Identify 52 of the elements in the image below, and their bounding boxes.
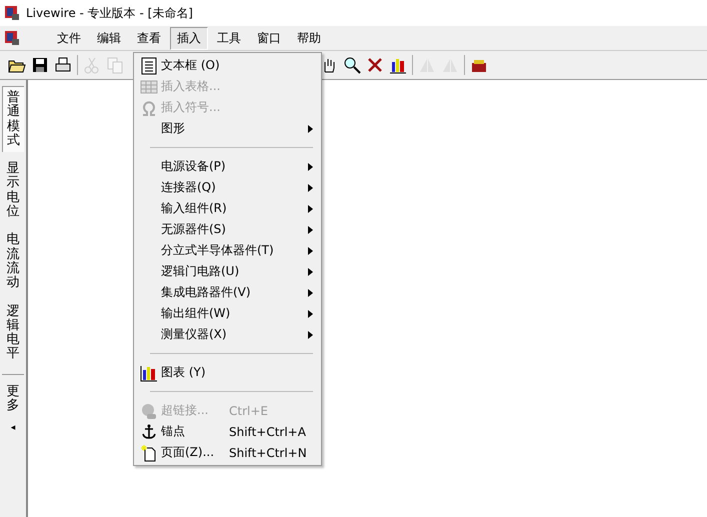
- bar-chart-icon: [140, 364, 158, 382]
- menu-option[interactable]: 图表 (Y): [134, 362, 321, 383]
- mode-tab[interactable]: 普通模式: [2, 86, 24, 152]
- submenu-arrow-icon: [308, 162, 313, 170]
- menu-option[interactable]: 集成电路器件(V): [134, 282, 321, 303]
- delete-icon[interactable]: [366, 56, 384, 74]
- menu-item[interactable]: 文件: [50, 26, 88, 50]
- app-icon: [4, 5, 20, 21]
- submenu-arrow-icon: [308, 124, 313, 132]
- globe-icon: [140, 402, 158, 420]
- menu-option[interactable]: 无源器件(S): [134, 219, 321, 240]
- menu-option[interactable]: 电源设备(P): [134, 156, 321, 177]
- menu-option[interactable]: 分立式半导体器件(T): [134, 240, 321, 261]
- menu-option[interactable]: 页面(Z)... Shift+Ctrl+N: [134, 442, 321, 463]
- window-title: Livewire - 专业版本 - [未命名]: [26, 4, 193, 22]
- more-arrow[interactable]: ◂: [10, 423, 16, 434]
- submenu-arrow-icon: [308, 204, 313, 212]
- mode-tab[interactable]: 电流流动: [2, 229, 24, 295]
- print-icon[interactable]: [54, 56, 72, 74]
- table-icon: [140, 78, 158, 96]
- menu-option[interactable]: 输入组件(R): [134, 198, 321, 219]
- omega-icon: [140, 98, 158, 116]
- menu-item[interactable]: 编辑: [90, 26, 128, 50]
- menu-item[interactable]: 窗口: [250, 26, 288, 50]
- menu-option[interactable]: 图形: [134, 118, 321, 139]
- menu-item[interactable]: 查看: [130, 26, 168, 50]
- anchor-icon: [140, 422, 158, 440]
- menu-option[interactable]: 文本框 (O): [134, 55, 321, 76]
- menu-option[interactable]: 输出组件(W): [134, 303, 321, 324]
- mode-tab[interactable]: 显示电位: [2, 158, 24, 224]
- submenu-arrow-icon: [308, 330, 313, 338]
- magnifier-icon[interactable]: [343, 56, 361, 74]
- text-frame-icon: [140, 56, 158, 74]
- menu-item[interactable]: 帮助: [290, 26, 328, 50]
- menu-option[interactable]: 逻辑门电路(U): [134, 261, 321, 282]
- bar-chart-icon[interactable]: [389, 56, 407, 74]
- document-icon: [4, 30, 20, 46]
- menu-option[interactable]: 测量仪器(X): [134, 324, 321, 345]
- menu-item[interactable]: 工具: [210, 26, 248, 50]
- submenu-arrow-icon: [308, 246, 313, 254]
- menu-option[interactable]: 连接器(Q): [134, 177, 321, 198]
- more-tab[interactable]: 更多: [2, 380, 24, 418]
- menu-item[interactable]: 插入: [170, 26, 208, 50]
- mode-tab[interactable]: 逻辑电平: [2, 300, 24, 366]
- submenu-arrow-icon: [308, 184, 313, 192]
- submenu-arrow-icon: [308, 310, 313, 318]
- menu-option[interactable]: 锚点 Shift+Ctrl+A: [134, 421, 321, 442]
- submenu-arrow-icon: [308, 268, 313, 276]
- submenu-arrow-icon: [308, 226, 313, 234]
- save-icon[interactable]: [31, 56, 49, 74]
- new-page-icon: [140, 444, 158, 462]
- submenu-arrow-icon: [308, 288, 313, 296]
